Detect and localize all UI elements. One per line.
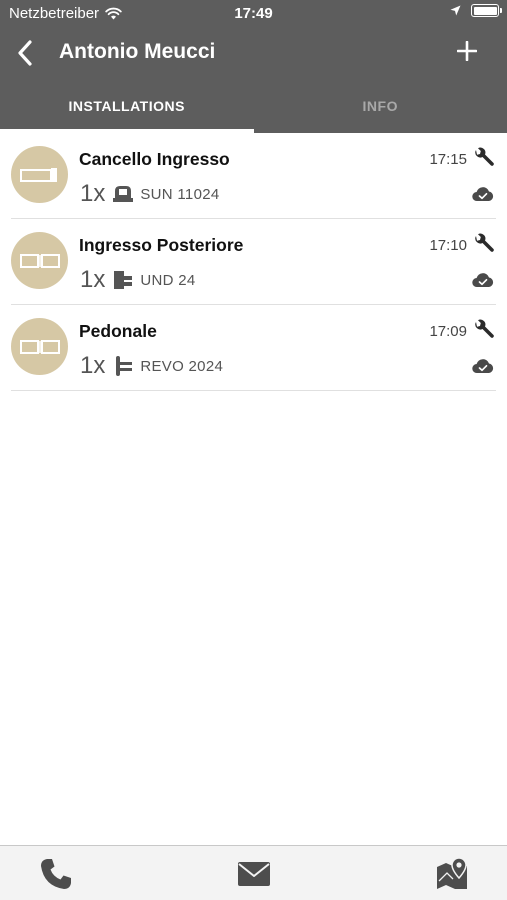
chevron-left-icon	[18, 40, 32, 66]
plus-icon	[457, 41, 477, 61]
device-quantity: 1x	[80, 352, 106, 379]
gate-avatar	[11, 146, 68, 203]
nav-bar: Antonio Meucci	[0, 28, 507, 78]
tab-installations[interactable]: INSTALLATIONS	[0, 83, 254, 133]
status-bar: Netzbetreiber 17:49	[0, 0, 507, 28]
tab-info[interactable]: INFO	[254, 83, 507, 133]
page-title: Antonio Meucci	[59, 40, 216, 63]
device-quantity: 1x	[80, 180, 106, 207]
list-item[interactable]: Cancello Ingresso 17:15 1x SUN 11024	[11, 133, 496, 219]
bottom-toolbar	[0, 845, 507, 900]
header: Netzbetreiber 17:49 Antonio Meucci INSTA…	[0, 0, 507, 133]
cloud-check-icon	[472, 187, 494, 202]
gate-avatar	[11, 318, 68, 375]
status-right	[450, 4, 502, 17]
call-button[interactable]	[36, 856, 76, 892]
installation-time: 17:09	[429, 323, 467, 340]
map-pin-icon	[437, 857, 467, 889]
installations-list: Cancello Ingresso 17:15 1x SUN 11024 Ing…	[0, 133, 507, 391]
revo-motor-icon	[112, 355, 134, 377]
list-item[interactable]: Pedonale 17:09 1x REVO 2024	[11, 305, 496, 391]
location-arrow-icon	[450, 5, 461, 16]
sliding-gate-icon	[19, 167, 57, 182]
installation-time: 17:10	[429, 237, 467, 254]
installation-title: Ingresso Posteriore	[79, 235, 244, 255]
wrench-icon[interactable]	[472, 147, 496, 171]
map-button[interactable]	[432, 856, 472, 892]
cloud-check-icon	[472, 273, 494, 288]
installation-title: Cancello Ingresso	[79, 149, 230, 169]
wrench-icon[interactable]	[472, 233, 496, 257]
installation-title: Pedonale	[79, 321, 157, 341]
list-item[interactable]: Ingresso Posteriore 17:10 1x UND 24	[11, 219, 496, 305]
tab-bar: INSTALLATIONS INFO	[0, 83, 507, 133]
installation-time: 17:15	[429, 151, 467, 168]
wrench-icon[interactable]	[472, 319, 496, 343]
status-time: 17:49	[234, 5, 273, 22]
mail-icon	[238, 862, 270, 886]
device-quantity: 1x	[80, 266, 106, 293]
installation-device-row: 1x UND 24	[80, 266, 196, 294]
device-name: REVO 2024	[140, 357, 224, 375]
double-gate-icon	[19, 339, 60, 354]
email-button[interactable]	[234, 856, 274, 892]
installation-device-row: 1x SUN 11024	[80, 180, 220, 208]
battery-icon	[471, 4, 502, 17]
installation-device-row: 1x REVO 2024	[80, 352, 223, 380]
cloud-check-icon	[472, 359, 494, 374]
gate-avatar	[11, 232, 68, 289]
device-name: UND 24	[140, 271, 196, 289]
add-button[interactable]	[451, 34, 483, 68]
phone-icon	[41, 859, 71, 889]
back-button[interactable]	[10, 36, 40, 70]
underground-motor-icon	[112, 269, 134, 291]
double-gate-icon	[19, 253, 60, 268]
device-name: SUN 11024	[140, 185, 220, 203]
sun-motor-icon	[112, 183, 134, 205]
